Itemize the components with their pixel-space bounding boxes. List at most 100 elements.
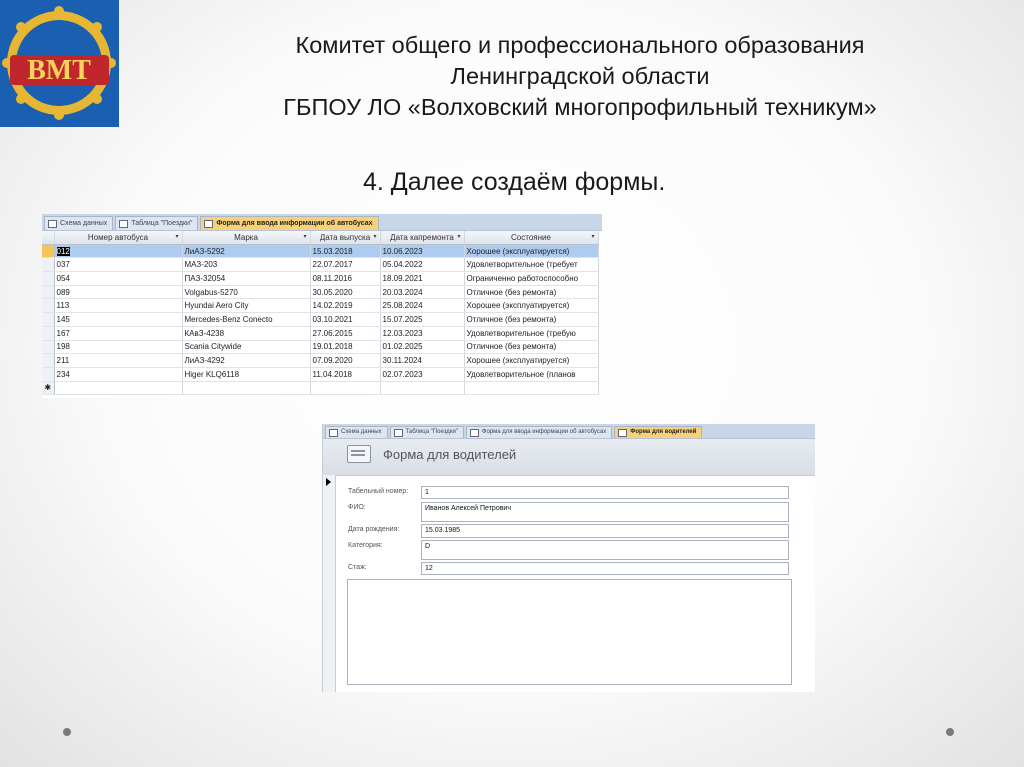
select-all-corner[interactable] [42, 231, 55, 245]
row-selector[interactable] [42, 340, 55, 355]
table-cell[interactable]: Хорошее (эксплуатируется) [464, 353, 599, 368]
dropdown-arrow-icon[interactable]: ▾ [373, 233, 376, 240]
table-cell[interactable]: МАЗ-203 [182, 257, 311, 273]
table-row[interactable]: 211 ЛиАЗ-4292 07.09.2020 30.11.2024 Хоро… [42, 353, 599, 368]
tab-driver-form[interactable]: Форма для водителей [614, 426, 703, 438]
row-selector[interactable] [42, 326, 55, 341]
category-field[interactable]: D [421, 540, 789, 560]
tab-schema[interactable]: Схема данных [325, 426, 388, 438]
table-cell[interactable]: 14.02.2019 [310, 298, 381, 314]
table-cell[interactable]: 15.03.2018 [310, 244, 381, 259]
table-row[interactable]: 234 Higer KLQ6118 11.04.2018 02.07.2023 … [42, 367, 599, 382]
table-cell[interactable]: 089 [54, 285, 183, 300]
table-row[interactable]: 054 ПАЗ-32054 08.11.2016 18.09.2021 Огра… [42, 271, 599, 286]
column-header[interactable]: Дата выпуска ▾ [310, 231, 381, 245]
table-row[interactable]: 198 Scania Citywide 19.01.2018 01.02.202… [42, 340, 599, 355]
table-cell[interactable]: 037 [54, 257, 183, 273]
table-cell[interactable]: ЛиАЗ-5292 [182, 244, 311, 259]
tab-trips-table[interactable]: Таблица "Поездки" [115, 216, 199, 230]
record-selector[interactable] [323, 475, 336, 692]
table-cell[interactable]: 07.09.2020 [310, 353, 381, 368]
table-cell[interactable] [54, 381, 183, 396]
table-row[interactable]: 167 КАвЗ-4238 27.06.2015 12.03.2023 Удов… [42, 326, 599, 341]
table-cell[interactable]: 234 [54, 367, 183, 382]
table-cell[interactable]: 18.09.2021 [380, 271, 465, 286]
table-cell[interactable]: Отличное (без ремонта) [464, 285, 599, 300]
table-row[interactable]: 113 Hyundai Aero City 14.02.2019 25.08.2… [42, 298, 599, 314]
row-selector[interactable] [42, 244, 55, 259]
table-cell[interactable]: 145 [54, 312, 183, 327]
table-cell[interactable]: 30.05.2020 [310, 285, 381, 300]
table-row[interactable]: 037 МАЗ-203 22.07.2017 05.04.2022 Удовле… [42, 257, 599, 273]
table-cell[interactable]: Higer KLQ6118 [182, 367, 311, 382]
dropdown-arrow-icon[interactable]: ▾ [457, 233, 460, 240]
table-cell[interactable]: 11.04.2018 [310, 367, 381, 382]
table-cell[interactable]: 211 [54, 353, 183, 368]
table-cell[interactable]: 12.03.2023 [380, 326, 465, 341]
table-cell[interactable]: 198 [54, 340, 183, 355]
table-cell[interactable] [380, 381, 465, 396]
tab-trips-table[interactable]: Таблица "Поездки" [389, 426, 464, 438]
table-cell[interactable]: Отличное (без ремонта) [464, 340, 599, 355]
new-record-icon[interactable]: ✱ [42, 381, 55, 396]
row-selector[interactable] [42, 257, 55, 273]
table-row[interactable]: 145 Mercedes-Benz Conecto 03.10.2021 15.… [42, 312, 599, 327]
column-header[interactable]: Состояние ▾ [464, 231, 599, 245]
row-selector[interactable] [42, 367, 55, 382]
column-header[interactable]: Дата капремонта ▾ [380, 231, 465, 245]
column-header[interactable]: Марка ▾ [182, 231, 311, 245]
tab-bus-form[interactable]: Форма для ввода информации об автобусах [465, 426, 613, 438]
table-cell[interactable]: 25.08.2024 [380, 298, 465, 314]
dropdown-arrow-icon[interactable]: ▾ [175, 233, 178, 240]
table-cell[interactable]: Отличное (без ремонта) [464, 312, 599, 327]
table-cell[interactable] [310, 381, 381, 396]
table-cell[interactable]: 054 [54, 271, 183, 286]
table-cell[interactable]: Удовлетворительное (планов [464, 367, 599, 382]
table-cell[interactable]: Ограниченно работоспособно [464, 271, 599, 286]
table-cell[interactable]: 20.03.2024 [380, 285, 465, 300]
table-cell[interactable]: 08.11.2016 [310, 271, 381, 286]
table-cell[interactable]: Хорошее (эксплуатируется) [464, 298, 599, 314]
table-row[interactable]: 089 Volgabus-5270 30.05.2020 20.03.2024 … [42, 285, 599, 300]
table-cell[interactable] [464, 381, 599, 396]
table-cell[interactable]: Scania Citywide [182, 340, 311, 355]
table-cell[interactable]: ПАЗ-32054 [182, 271, 311, 286]
tab-bus-form[interactable]: Форма для ввода информации об автобусах [200, 216, 379, 230]
table-cell[interactable]: 27.06.2015 [310, 326, 381, 341]
table-cell[interactable]: ЛиАЗ-4292 [182, 353, 311, 368]
row-selector[interactable] [42, 271, 55, 286]
table-cell[interactable]: Mercedes-Benz Conecto [182, 312, 311, 327]
table-cell[interactable]: 113 [54, 298, 183, 314]
table-cell[interactable]: КАвЗ-4238 [182, 326, 311, 341]
table-cell[interactable] [182, 381, 311, 396]
table-cell[interactable]: 15.07.2025 [380, 312, 465, 327]
experience-field[interactable]: 12 [421, 562, 789, 575]
table-cell[interactable]: 05.04.2022 [380, 257, 465, 273]
row-selector[interactable] [42, 285, 55, 300]
table-cell[interactable]: 167 [54, 326, 183, 341]
table-cell[interactable]: 02.07.2023 [380, 367, 465, 382]
row-selector[interactable] [42, 312, 55, 327]
table-cell[interactable]: Хорошее (эксплуатируется) [464, 244, 599, 259]
dropdown-arrow-icon[interactable]: ▾ [591, 233, 594, 240]
table-cell[interactable]: 22.07.2017 [310, 257, 381, 273]
row-selector[interactable] [42, 353, 55, 368]
birth-date-field[interactable]: 15.03.1985 [421, 524, 789, 538]
fio-field[interactable]: Иванов Алексей Петрович [421, 502, 789, 522]
table-cell[interactable]: 10.06.2023 [380, 244, 465, 259]
row-selector[interactable] [42, 298, 55, 314]
table-cell[interactable]: Удовлетворительное (требую [464, 326, 599, 341]
table-cell[interactable]: 01.02.2025 [380, 340, 465, 355]
dropdown-arrow-icon[interactable]: ▾ [303, 233, 306, 240]
tab-schema[interactable]: Схема данных [44, 216, 114, 230]
table-row[interactable]: 012 ЛиАЗ-5292 15.03.2018 10.06.2023 Хоро… [42, 244, 599, 259]
subform-area[interactable] [347, 579, 792, 685]
table-cell[interactable]: Volgabus-5270 [182, 285, 311, 300]
table-cell[interactable]: Hyundai Aero City [182, 298, 311, 314]
tab-number-field[interactable]: 1 [421, 486, 789, 499]
new-record-row[interactable]: ✱ [42, 381, 599, 396]
table-cell[interactable]: 012 [54, 244, 183, 259]
table-cell[interactable]: 03.10.2021 [310, 312, 381, 327]
column-header[interactable]: Номер автобуса ▾ [54, 231, 183, 245]
table-cell[interactable]: 19.01.2018 [310, 340, 381, 355]
